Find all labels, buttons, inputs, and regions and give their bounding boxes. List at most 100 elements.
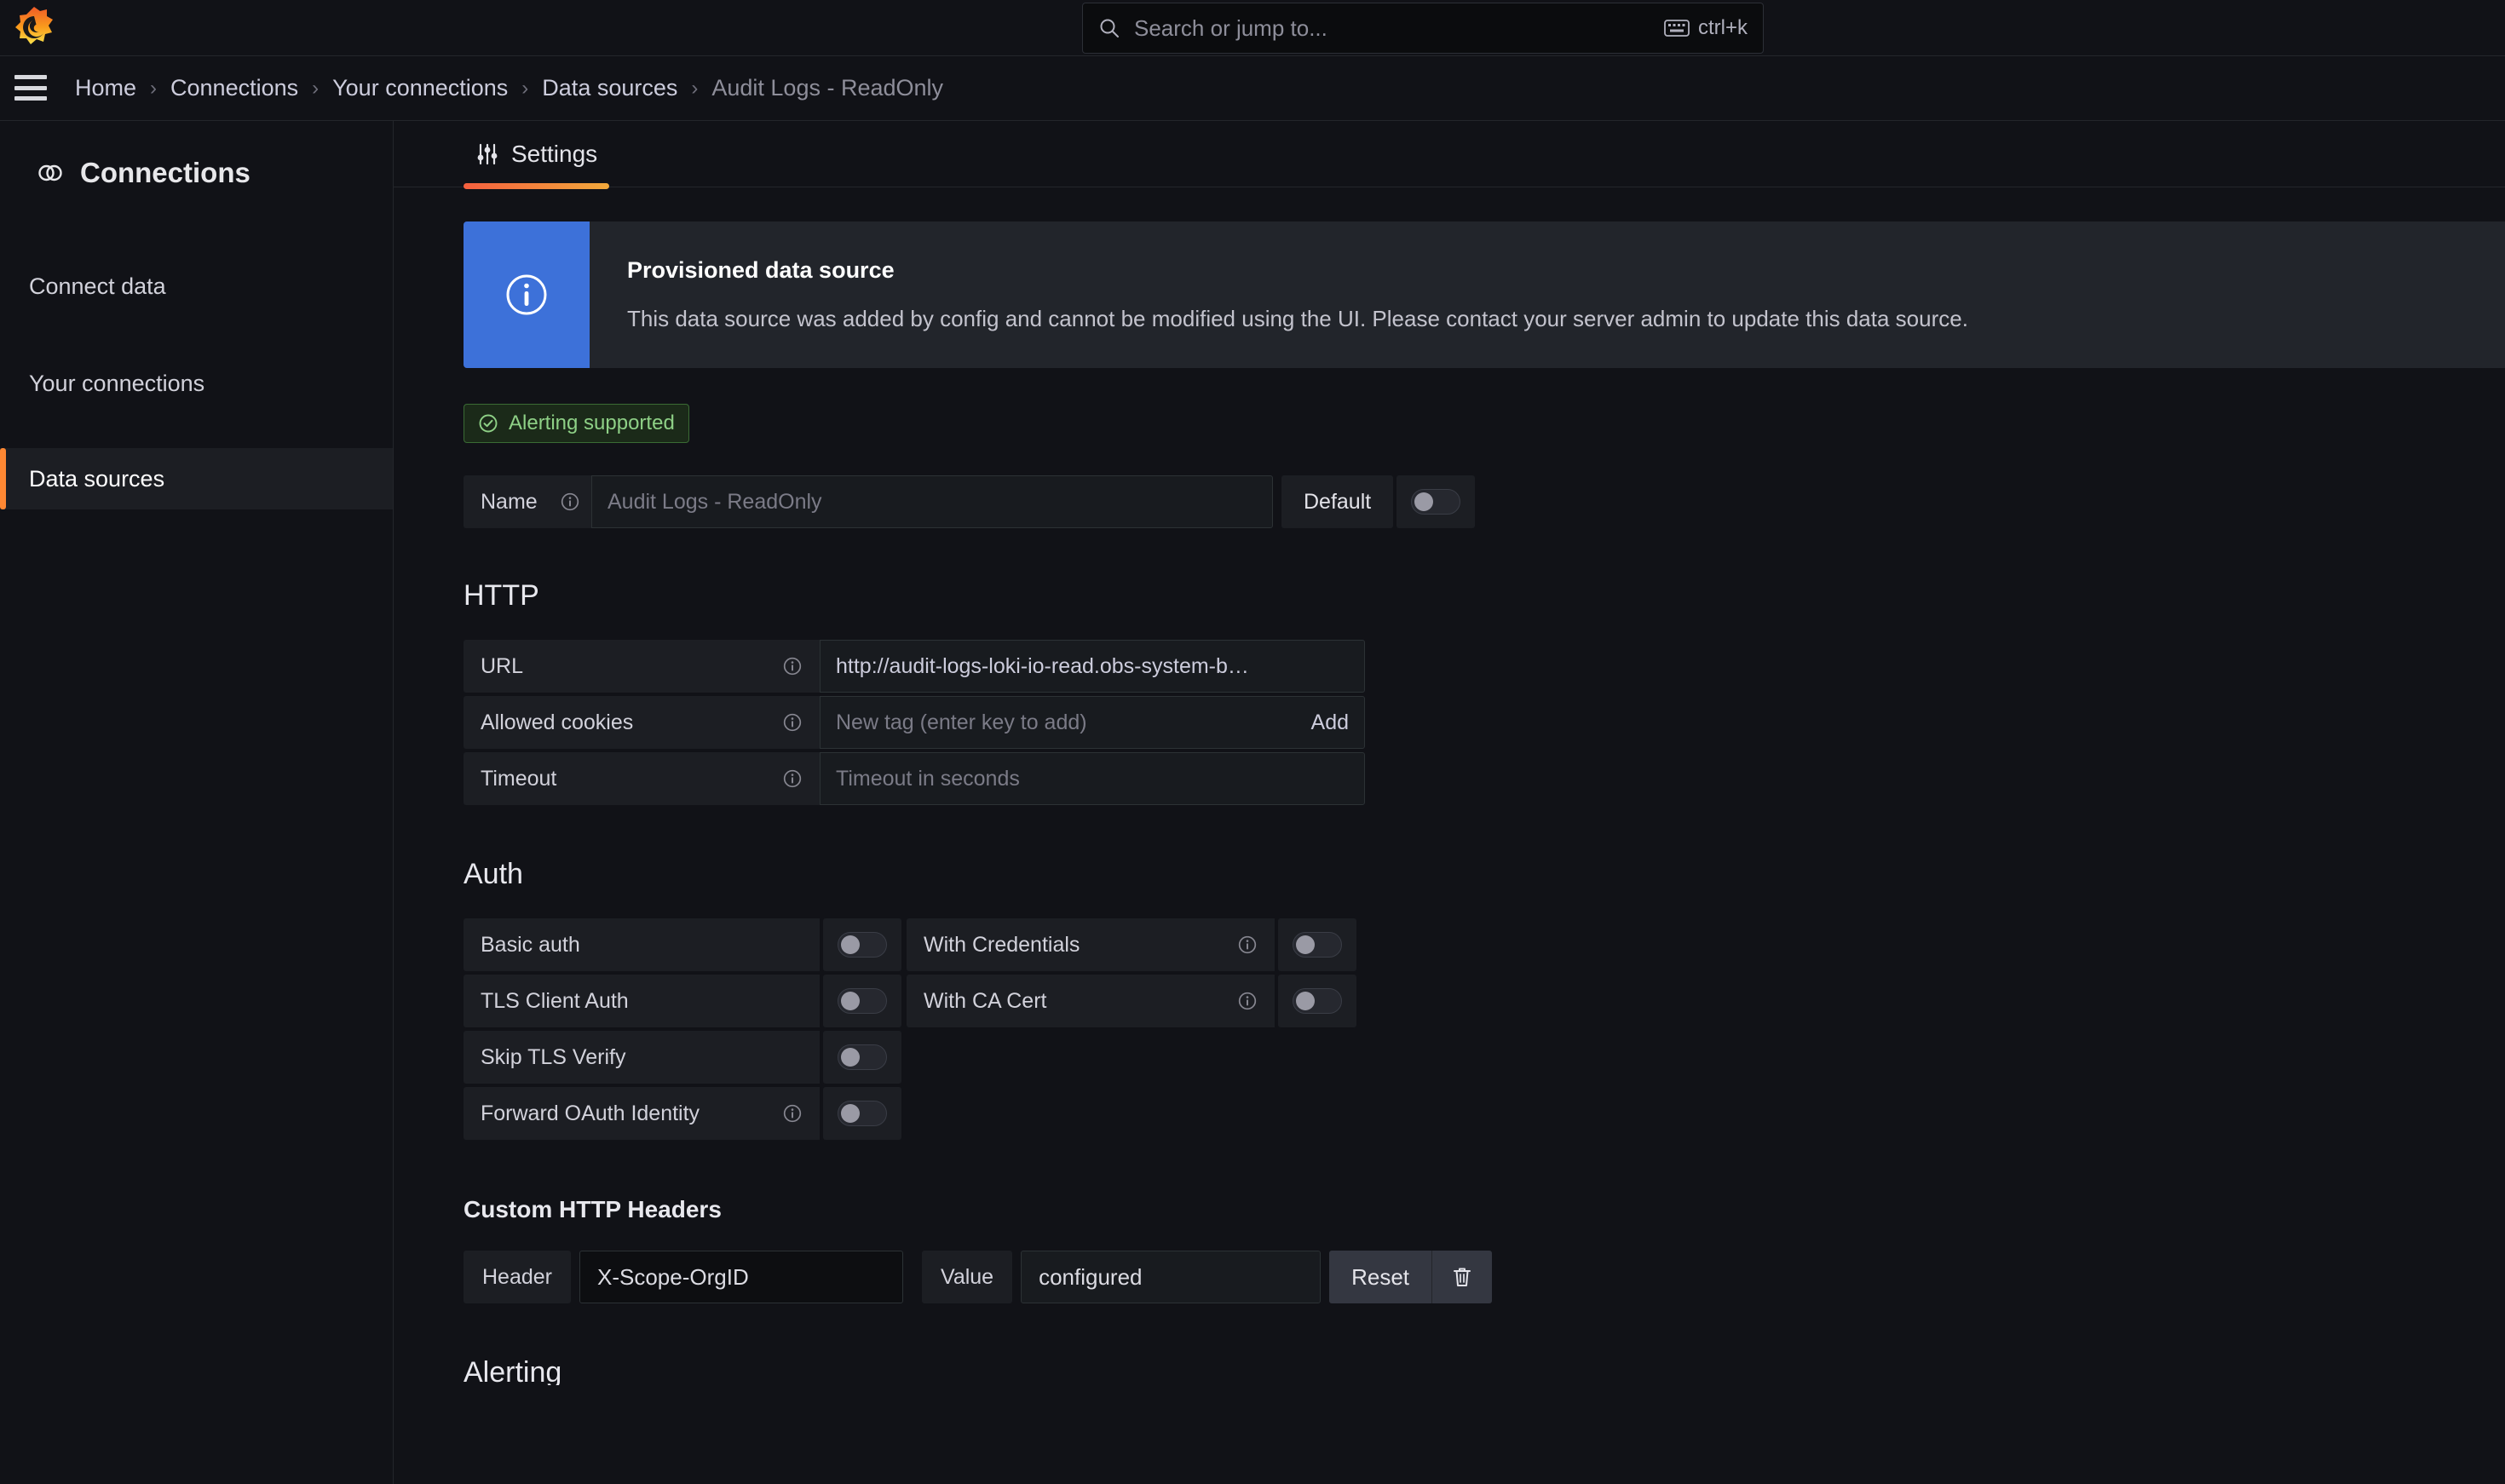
breadcrumb-separator: › [691, 76, 699, 100]
menu-toggle-icon[interactable] [14, 75, 47, 101]
grafana-logo[interactable] [12, 5, 56, 49]
main-content: Settings Provisioned data source This da… [394, 121, 2505, 1484]
reset-header-button[interactable]: Reset [1329, 1251, 1493, 1303]
auth-section-heading: Auth [464, 858, 523, 890]
allowed-cookies-placeholder: New tag (enter key to add) [836, 710, 1087, 734]
search-placeholder: Search or jump to... [1134, 14, 1327, 41]
header-value-field[interactable]: configured [1021, 1251, 1322, 1303]
breadcrumb-item-home[interactable]: Home [75, 75, 136, 101]
sidebar-item-connect-data[interactable]: Connect data [0, 256, 393, 317]
url-row: URL http://audit-logs-loki-io-read.obs-s… [464, 640, 2505, 693]
info-icon[interactable] [1237, 991, 1258, 1011]
url-field[interactable]: http://audit-logs-loki-io-read.obs-syste… [820, 640, 1365, 693]
breadcrumb-item-data-sources[interactable]: Data sources [542, 75, 677, 101]
tls-client-auth-toggle[interactable] [838, 988, 887, 1014]
skip-tls-verify-toggle-cell [823, 1031, 901, 1084]
header-value-label: Value [922, 1251, 1013, 1303]
breadcrumb-separator: › [312, 76, 320, 100]
tls-client-auth-toggle-cell [823, 975, 901, 1027]
connections-icon [36, 158, 65, 187]
allowed-cookies-field[interactable]: New tag (enter key to add) Add [820, 696, 1365, 749]
default-label: Default [1281, 475, 1394, 528]
with-ca-cert-toggle-cell [1278, 975, 1356, 1027]
keyboard-icon [1664, 19, 1690, 37]
header-value-value: configured [1039, 1263, 1143, 1290]
name-field-value: Audit Logs - ReadOnly [608, 489, 822, 514]
breadcrumb-bar: Home › Connections › Your connections › … [0, 56, 2505, 121]
breadcrumb-separator: › [521, 76, 529, 100]
header-key-field[interactable]: X-Scope-OrgID [579, 1251, 903, 1303]
info-icon[interactable] [1237, 935, 1258, 955]
search-shortcut-badge: ctrl+k [1664, 16, 1748, 40]
default-toggle-cell [1396, 475, 1476, 528]
breadcrumb-item-current: Audit Logs - ReadOnly [711, 75, 944, 101]
settings-form: Provisioned data source This data source… [394, 187, 2505, 1385]
skip-tls-verify-label: Skip TLS Verify [464, 1031, 820, 1084]
delete-header-button[interactable] [1432, 1265, 1492, 1289]
breadcrumb-item-your-connections[interactable]: Your connections [332, 75, 508, 101]
basic-auth-label: Basic auth [464, 918, 820, 971]
auth-row: Skip TLS Verify [464, 1031, 2505, 1084]
name-field[interactable]: Audit Logs - ReadOnly [591, 475, 1273, 528]
search-input[interactable]: Search or jump to... ctrl+k [1082, 3, 1764, 54]
auth-row: TLS Client Auth With CA Cert [464, 975, 2505, 1027]
sidebar-item-label: Connect data [29, 273, 166, 299]
status-badge: Alerting supported [464, 404, 689, 443]
timeout-row: Timeout Timeout in seconds [464, 752, 2505, 805]
header-key-label: Header [464, 1251, 571, 1303]
info-circle-icon [503, 271, 550, 319]
info-icon[interactable] [782, 656, 803, 676]
with-credentials-toggle-cell [1278, 918, 1356, 971]
search-icon [1098, 17, 1120, 39]
tab-settings[interactable]: Settings [464, 121, 610, 189]
tab-label: Settings [511, 141, 598, 167]
skip-tls-verify-toggle[interactable] [838, 1044, 887, 1070]
trash-icon [1451, 1265, 1473, 1289]
with-ca-cert-toggle[interactable] [1293, 988, 1342, 1014]
info-icon[interactable] [782, 768, 803, 789]
with-ca-cert-label: With CA Cert [907, 975, 1275, 1027]
add-cookie-button[interactable]: Add [1294, 710, 1349, 735]
top-bar: Search or jump to... ctrl+k [0, 0, 2505, 56]
sidebar-title-label: Connections [80, 157, 250, 188]
sliders-icon [475, 142, 499, 166]
status-badge-label: Alerting supported [509, 411, 675, 434]
info-icon[interactable] [782, 1103, 803, 1124]
breadcrumb: Home › Connections › Your connections › … [75, 75, 943, 101]
name-label: Name [464, 475, 591, 528]
auth-row: Forward OAuth Identity [464, 1087, 2505, 1140]
with-credentials-label: With Credentials [907, 918, 1275, 971]
alert-icon-strip [464, 221, 590, 368]
basic-auth-toggle[interactable] [838, 932, 887, 958]
tab-bar: Settings [394, 121, 2505, 189]
url-field-value: http://audit-logs-loki-io-read.obs-syste… [836, 653, 1249, 678]
allowed-cookies-label: Allowed cookies [464, 696, 820, 749]
http-section-heading: HTTP [464, 579, 539, 612]
basic-auth-toggle-cell [823, 918, 901, 971]
default-toggle[interactable] [1411, 489, 1461, 515]
sidebar-item-data-sources[interactable]: Data sources [0, 448, 393, 509]
custom-header-row: Header X-Scope-OrgID Value configured Re… [464, 1251, 2505, 1303]
info-icon[interactable] [782, 712, 803, 733]
shortcut-label: ctrl+k [1697, 16, 1748, 39]
sidebar-item-your-connections[interactable]: Your connections [0, 353, 393, 414]
sidebar-title: Connections [0, 121, 393, 189]
name-row: Name Audit Logs - ReadOnly Default [464, 475, 2505, 528]
custom-headers-heading: Custom HTTP Headers [464, 1196, 722, 1222]
check-circle-icon [478, 413, 498, 434]
forward-oauth-identity-toggle[interactable] [838, 1101, 887, 1126]
info-icon[interactable] [560, 492, 580, 512]
sidebar-item-label: Data sources [29, 465, 165, 492]
breadcrumb-separator: › [150, 76, 158, 100]
auth-row: Basic auth With Credentials [464, 918, 2505, 971]
alert-title: Provisioned data source [627, 257, 895, 283]
sidebar: Connections Connect data Your connection… [0, 121, 394, 1484]
timeout-field[interactable]: Timeout in seconds [820, 752, 1365, 805]
with-credentials-toggle[interactable] [1293, 932, 1342, 958]
provisioned-alert: Provisioned data source This data source… [464, 221, 2505, 368]
forward-oauth-identity-toggle-cell [823, 1087, 901, 1140]
breadcrumb-item-connections[interactable]: Connections [170, 75, 298, 101]
timeout-label: Timeout [464, 752, 820, 805]
alert-description: This data source was added by config and… [627, 306, 1968, 331]
auth-grid: Basic auth With Credentials TLS Client A… [464, 918, 2505, 1140]
